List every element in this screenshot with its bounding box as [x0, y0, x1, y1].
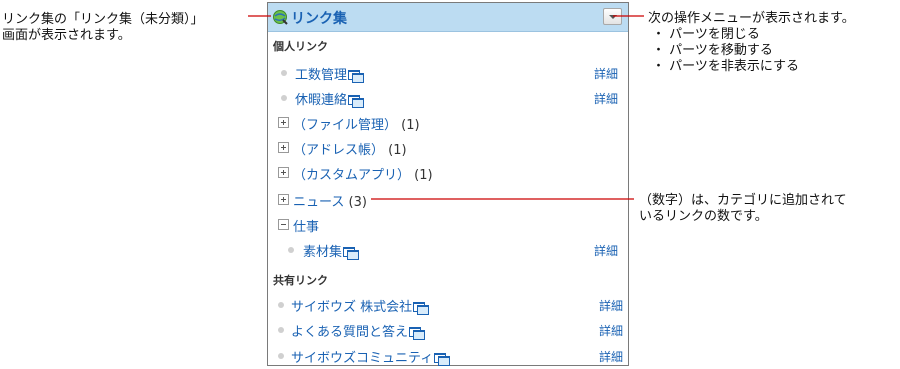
callout-lines: [248, 15, 644, 200]
